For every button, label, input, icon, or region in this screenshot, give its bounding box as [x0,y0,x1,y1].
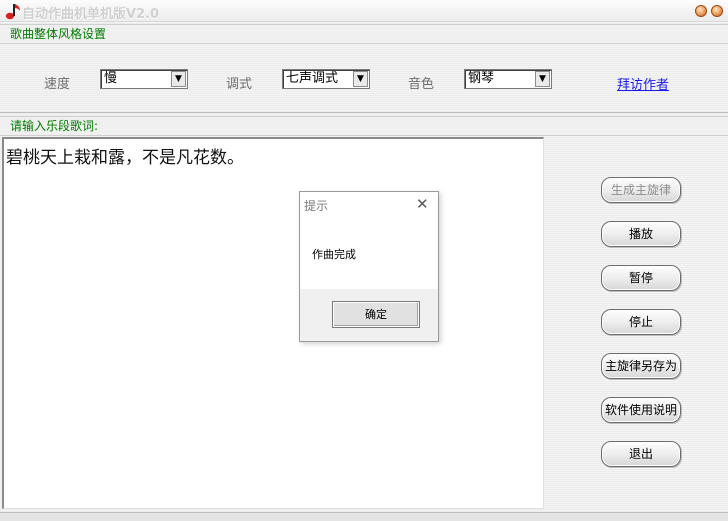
stop-button[interactable]: 停止 [601,309,681,335]
music-note-icon [5,4,20,20]
message-dialog[interactable]: 提示 ✕ 作曲完成 确定 [299,191,439,342]
dialog-message: 作曲完成 [312,248,356,261]
chevron-down-icon[interactable]: ▼ [353,71,368,87]
divider [0,112,728,113]
help-button[interactable]: 软件使用说明 [601,397,681,423]
window-title: 自动作曲机单机版V2.0 [22,7,160,22]
mode-value: 七声调式 [286,71,339,86]
chevron-down-icon[interactable]: ▼ [535,71,550,87]
visit-author-link[interactable]: 拜访作者 [617,74,669,93]
bottom-border [0,512,728,521]
timbre-select[interactable]: 钢琴 ▼ [464,69,552,89]
close-icon[interactable]: ✕ [416,195,429,213]
speed-select[interactable]: 慢 ▼ [100,69,188,89]
minimize-icon[interactable] [695,5,707,17]
play-button[interactable]: 播放 [601,221,681,247]
title-bar[interactable]: 自动作曲机单机版V2.0 [0,0,728,22]
mode-select[interactable]: 七声调式 ▼ [282,69,370,89]
style-section-heading: 歌曲整体风格设置 [0,24,728,44]
save-melody-as-button[interactable]: 主旋律另存为 [601,353,681,379]
generate-melody-button[interactable]: 生成主旋律 [601,177,681,203]
timbre-value: 钢琴 [468,71,495,86]
lyrics-section-heading: 请输入乐段歌词: [0,116,728,136]
chevron-down-icon[interactable]: ▼ [171,71,186,87]
timbre-label: 音色 [408,77,435,92]
dialog-header[interactable]: 提示 ✕ [300,192,438,216]
ok-button[interactable]: 确定 [332,301,420,328]
exit-button[interactable]: 退出 [601,441,681,467]
mode-label: 调式 [226,77,253,92]
dialog-body: 作曲完成 [300,216,438,289]
dialog-title: 提示 [304,199,329,213]
speed-value: 慢 [104,71,118,86]
close-icon[interactable] [711,5,723,17]
speed-label: 速度 [44,77,71,92]
pause-button[interactable]: 暂停 [601,265,681,291]
lyrics-textarea[interactable]: 碧桃天上栽和露，不是凡花数。 [2,137,544,509]
